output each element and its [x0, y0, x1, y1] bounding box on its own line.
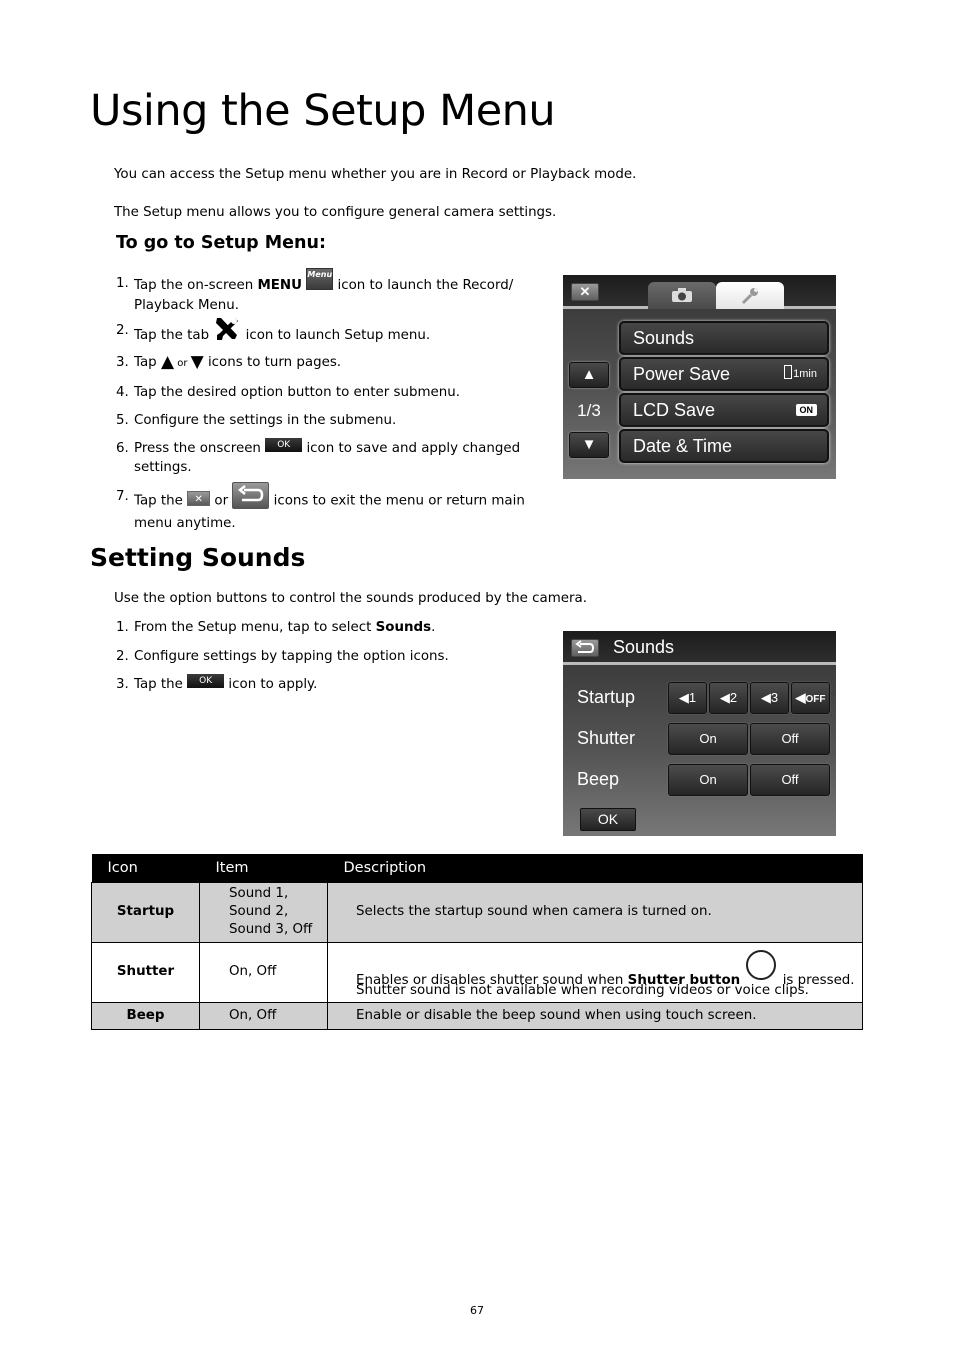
- goto-setup-heading: To go to Setup Menu:: [116, 233, 326, 253]
- close-button[interactable]: ✕: [571, 283, 599, 301]
- page-down-button[interactable]: ▼: [569, 432, 609, 458]
- return-icon: [575, 640, 595, 653]
- tools-icon: [213, 315, 241, 343]
- table-row: Shutter On, Off Enables or disables shut…: [91, 941, 863, 1003]
- ok-button[interactable]: OK: [580, 808, 636, 831]
- row-description: Selects the startup sound when camera is…: [327, 881, 863, 943]
- sounds-step-1: 1. From the Setup menu, tap to select So…: [116, 620, 436, 635]
- camera-icon: [672, 288, 692, 302]
- sounds-table: Icon Item Description Startup Sound 1, S…: [91, 854, 863, 1030]
- on-badge: ON: [795, 404, 817, 416]
- shutter-on-button[interactable]: On: [668, 723, 748, 755]
- row-icon-shutter: Shutter: [91, 941, 200, 1003]
- menu-item-power-save[interactable]: Power Save 1min: [619, 357, 829, 391]
- setup-top-bar: ✕: [563, 275, 836, 309]
- table-header-row: Icon Item Description: [91, 854, 863, 882]
- step-2: 2. Tap the tab icon to launch Setup menu…: [116, 318, 526, 349]
- table-row: Startup Sound 1, Sound 2, Sound 3, Off S…: [91, 881, 863, 943]
- up-triangle-icon: ▲: [160, 351, 175, 372]
- camera-tab[interactable]: [648, 282, 716, 309]
- down-triangle-icon: ▼: [190, 351, 204, 372]
- beep-off-button[interactable]: Off: [750, 764, 830, 796]
- speaker-icon: ◀: [719, 690, 730, 705]
- sounds-screen-title: Sounds: [613, 637, 675, 657]
- page-title: Using the Setup Menu: [90, 86, 556, 136]
- header-description: Description: [327, 854, 863, 882]
- step-5: 5. Configure the settings in the submenu…: [116, 413, 397, 428]
- speaker-icon: ◀: [678, 690, 689, 705]
- step-7: 7. Tap the ✕ or icons to exit the menu o…: [116, 482, 526, 533]
- sounds-screen: Sounds Startup ◀1 ◀2 ◀3 ◀OFF Shutter On …: [563, 631, 836, 836]
- row-description: Enable or disable the beep sound when us…: [327, 1001, 863, 1030]
- menu-item-date-time[interactable]: Date & Time: [619, 429, 829, 463]
- startup-sound-off-button[interactable]: ◀OFF: [791, 682, 830, 714]
- startup-sound-2-button[interactable]: ◀2: [709, 682, 748, 714]
- beep-on-button[interactable]: On: [668, 764, 748, 796]
- startup-label: Startup: [577, 687, 636, 707]
- row-icon-startup: Startup: [91, 881, 200, 943]
- header-item: Item: [199, 854, 328, 882]
- row-item: On, Off: [199, 941, 328, 1003]
- step-6: 6. Press the onscreen OK icon to save an…: [116, 438, 521, 475]
- back-button[interactable]: [571, 639, 599, 657]
- return-icon: [232, 482, 270, 509]
- setup-tab[interactable]: [716, 282, 784, 309]
- beep-label: Beep: [577, 769, 620, 789]
- section-title-setting-sounds: Setting Sounds: [90, 543, 306, 572]
- header-icon: Icon: [91, 854, 200, 882]
- page-indicator: 1/3: [577, 401, 601, 420]
- row-item: Sound 1, Sound 2, Sound 3, Off: [199, 881, 328, 943]
- row-item: On, Off: [199, 1001, 328, 1030]
- setup-menu-screen: ✕ Sounds ▲ Power Save 1min 1/3 LCD Save ON…: [563, 275, 836, 479]
- close-icon: ✕: [187, 491, 211, 506]
- step-4: 4. Tap the desired option button to ente…: [116, 385, 460, 400]
- menu-icon: Menu: [306, 268, 334, 290]
- battery-timer-icon: 1min: [784, 359, 817, 389]
- menu-item-lcd-save[interactable]: LCD Save ON: [619, 393, 829, 427]
- page-up-button[interactable]: ▲: [569, 362, 609, 388]
- shutter-button-icon: [746, 950, 777, 980]
- sounds-step-2: 2. Configure settings by tapping the opt…: [116, 649, 449, 664]
- menu-item-sounds[interactable]: Sounds: [619, 321, 829, 355]
- sounds-intro: Use the option buttons to control the so…: [114, 591, 587, 606]
- table-row: Beep On, Off Enable or disable the beep …: [91, 1001, 863, 1030]
- sounds-top-bar: Sounds: [563, 631, 836, 665]
- ok-icon: OK: [187, 674, 225, 688]
- sounds-step-3: 3. Tap the OK icon to apply.: [116, 674, 318, 692]
- startup-sound-3-button[interactable]: ◀3: [750, 682, 789, 714]
- ok-icon: OK: [265, 438, 303, 452]
- intro-paragraph-2: The Setup menu allows you to configure g…: [114, 205, 557, 220]
- wrench-icon: [741, 288, 758, 305]
- step-1: 1. Tap the on-screen MENU Menu icon to l…: [116, 268, 514, 313]
- row-icon-beep: Beep: [91, 1001, 200, 1030]
- row-description: Enables or disables shutter sound when S…: [327, 941, 863, 1003]
- speaker-icon: ◀: [760, 690, 771, 705]
- intro-paragraph-1: You can access the Setup menu whether yo…: [114, 167, 637, 182]
- page-number: 67: [470, 1304, 484, 1317]
- startup-sound-1-button[interactable]: ◀1: [668, 682, 707, 714]
- shutter-label: Shutter: [577, 728, 636, 748]
- step-3: 3. Tap ▲ or ▼ icons to turn pages.: [116, 351, 342, 372]
- shutter-off-button[interactable]: Off: [750, 723, 830, 755]
- speaker-icon: ◀: [795, 690, 806, 705]
